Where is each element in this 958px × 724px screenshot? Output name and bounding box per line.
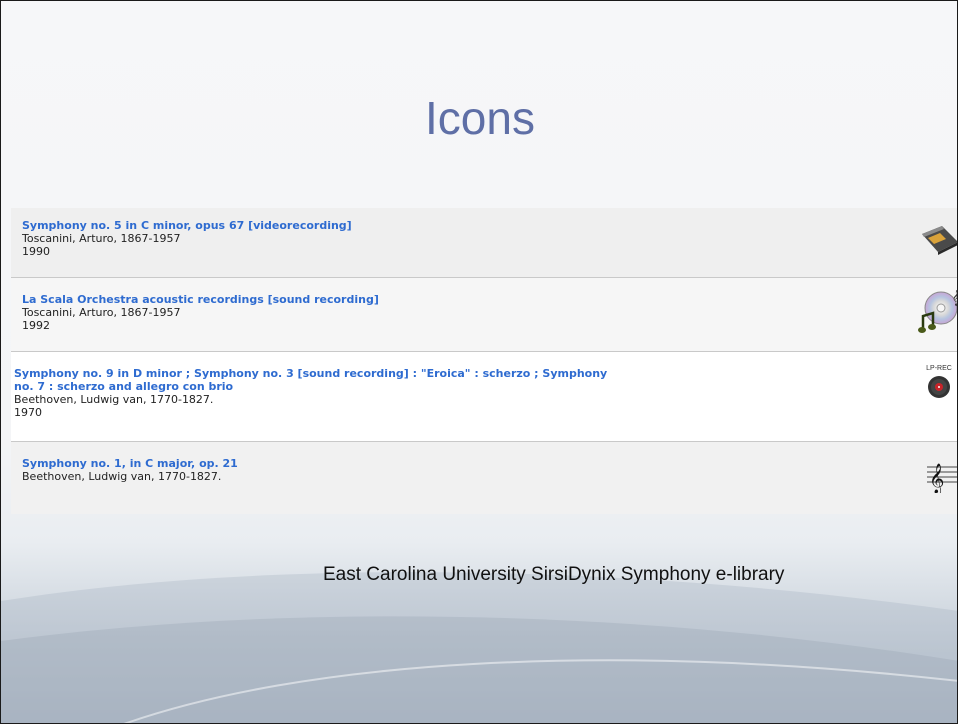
list-item: Symphony no. 1, in C major, op. 21 Beeth… bbox=[11, 442, 957, 514]
music-score-icon: 𝄞 bbox=[927, 463, 957, 493]
result-author: Beethoven, Ludwig van, 1770-1827. bbox=[22, 470, 222, 483]
result-title-link[interactable]: Symphony no. 1, in C major, op. 21 bbox=[22, 457, 238, 470]
result-title-link[interactable]: La Scala Orchestra acoustic recordings [… bbox=[22, 293, 379, 306]
result-title-line1: Symphony no. 9 in D minor ; Symphony no.… bbox=[14, 367, 608, 380]
result-author: Beethoven, Ludwig van, 1770-1827. bbox=[14, 393, 214, 406]
result-year: 1990 bbox=[22, 245, 50, 258]
result-author: Toscanini, Arturo, 1867-1957 bbox=[22, 306, 181, 319]
lp-record-icon: LP-REC bbox=[921, 365, 957, 405]
list-item: Symphony no. 5 in C minor, opus 67 [vide… bbox=[11, 208, 957, 278]
results-list: Symphony no. 5 in C minor, opus 67 [vide… bbox=[11, 208, 958, 514]
vinyl-disc-icon bbox=[928, 376, 950, 398]
svg-text:𝄞: 𝄞 bbox=[929, 463, 944, 493]
result-year: 1992 bbox=[22, 319, 50, 332]
videocassette-icon bbox=[922, 226, 957, 255]
slide-title: Icons bbox=[425, 92, 535, 144]
list-item: La Scala Orchestra acoustic recordings [… bbox=[11, 278, 958, 352]
slide: Icons Symphony no. 5 in C minor, opus 67… bbox=[0, 0, 958, 724]
footer-caption: East Carolina University SirsiDynix Symp… bbox=[323, 564, 785, 585]
lp-record-label: LP-REC bbox=[926, 365, 952, 372]
result-year: 1970 bbox=[14, 406, 42, 419]
result-title-link[interactable]: Symphony no. 9 in D minor ; Symphony no.… bbox=[14, 367, 607, 393]
list-item: Symphony no. 9 in D minor ; Symphony no.… bbox=[11, 352, 957, 442]
cd-sound-recording-icon: 𝄞 bbox=[918, 290, 958, 333]
result-author: Toscanini, Arturo, 1867-1957 bbox=[22, 232, 181, 245]
result-title-link[interactable]: Symphony no. 5 in C minor, opus 67 [vide… bbox=[22, 219, 352, 232]
svg-text:𝄞: 𝄞 bbox=[952, 290, 958, 306]
result-title-line2: no. 7 : scherzo and allegro con brio bbox=[14, 380, 234, 393]
